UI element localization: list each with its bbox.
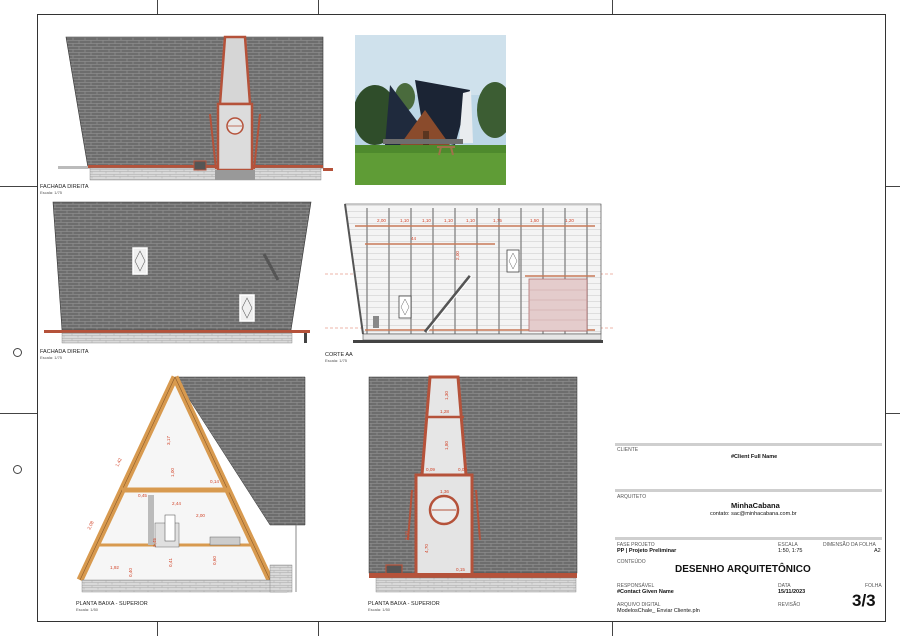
contato-value: contato: sac@minhacabana.com.br xyxy=(710,511,797,517)
responsavel-value: #Contact Given Name xyxy=(617,589,674,595)
dimension-label: 1,00 xyxy=(170,468,175,477)
arquiteto-label: ARQUITETO xyxy=(617,494,647,500)
dimension-label: 2,44 xyxy=(172,501,181,506)
border-tick xyxy=(318,622,319,636)
dimension-label: 2,00 xyxy=(196,513,205,518)
arquiteto-value: MinhaCabana xyxy=(731,501,780,510)
view-label: CORTE AA Escala: 1/75 xyxy=(325,352,353,364)
dimension-label: 3,17 xyxy=(166,436,171,445)
border-tick xyxy=(886,413,900,414)
view-label: PLANTA BAIXA - SUPERIOR Escala: 1/50 xyxy=(76,601,148,613)
dimension-label: 3,10 xyxy=(404,531,409,540)
view-scale: Escala: 1/75 xyxy=(325,358,348,363)
dimension-label: 0,14 xyxy=(210,479,219,484)
dimension-label: 0,41 xyxy=(168,558,173,567)
fase-value: PP | Projeto Preliminar xyxy=(617,548,677,554)
conteudo-value: DESENHO ARQUITETÔNICO xyxy=(675,564,811,575)
dimension-label: 1,10 xyxy=(400,218,409,223)
conteudo-label: CONTEÚDO xyxy=(617,559,646,565)
divider xyxy=(615,443,882,446)
title-block: CLIENTE #Client Full Name ARQUITETO Minh… xyxy=(615,443,882,619)
border-tick xyxy=(157,622,158,636)
arquivo-value: ModelosChale_ Enviar Cliente.pln xyxy=(617,608,700,614)
facade-chimney-view xyxy=(58,35,333,181)
cliente-value: #Client Full Name xyxy=(731,454,778,460)
escala-value: 1:50, 1:75 xyxy=(778,548,803,554)
dimension-label: 1,10 xyxy=(444,218,453,223)
view-scale: Escala: 1/50 xyxy=(76,607,99,612)
render-image xyxy=(355,35,506,185)
binding-hole xyxy=(13,465,22,474)
dimension-label: 0,09 xyxy=(426,467,435,472)
border-tick xyxy=(612,622,613,636)
view-scale: Escala: 1/75 xyxy=(40,190,63,195)
divider xyxy=(615,489,882,492)
chimney-elevation-view: 3,061,301,281,800,090,091,364,703,100,15 xyxy=(368,375,578,593)
dimension-label: 4,70 xyxy=(424,544,429,553)
dimension-label: 1,50 xyxy=(530,218,539,223)
dimension-label: 2,00 xyxy=(455,251,460,260)
dimension-label: 0,45 xyxy=(138,493,147,498)
facade-windows-view xyxy=(44,201,312,344)
view-label: PLANTA BAIXA - SUPERIOR Escala: 1/50 xyxy=(368,601,440,613)
dimension-label: 1,10 xyxy=(466,218,475,223)
dimension-label: 1,30 xyxy=(444,391,449,400)
border-tick xyxy=(612,0,613,14)
dimension-label: 44 xyxy=(411,236,417,241)
section-aa-view: 2,00 1,10 1,10 1,10 1,10 1,75 1,50 1,20 44 2,00 xyxy=(325,203,615,343)
dimensao-value: A2 xyxy=(874,548,881,554)
dimension-label: 0,15 xyxy=(456,567,465,572)
folha-value: 3/3 xyxy=(852,591,876,610)
dimension-label: 1,36 xyxy=(440,489,449,494)
dimension-label: 1,28 xyxy=(440,409,449,414)
dimension-label: 1,20 xyxy=(565,218,574,223)
border-tick xyxy=(157,0,158,14)
dimension-label: 2,08 xyxy=(86,520,95,531)
dimension-label: 1,75 xyxy=(493,218,502,223)
aframe-section-view: 1,42 0,45 3,17 1,00 0,14 2,44 2,00 2,08 1,92 0,40… xyxy=(76,375,306,593)
dimension-label: 1,42 xyxy=(114,457,123,468)
cliente-label: CLIENTE xyxy=(617,447,639,453)
view-label: FACHADA DIREITA Escala: 1/75 xyxy=(40,184,89,196)
border-tick xyxy=(318,0,319,14)
dimension-label: 2,45 xyxy=(152,538,157,547)
dimension-label: 1,80 xyxy=(444,441,449,450)
view-scale: Escala: 1/75 xyxy=(40,355,63,360)
folha-label: FOLHA xyxy=(865,583,882,589)
revisao-label: REVISÃO xyxy=(778,602,801,608)
divider xyxy=(615,537,882,540)
dimension-label: 2,00 xyxy=(377,218,386,223)
dimension-label: 1,92 xyxy=(110,565,119,570)
dimensao-label: DIMENSÃO DA FOLHA xyxy=(823,542,876,548)
border-tick xyxy=(0,413,37,414)
view-scale: Escala: 1/50 xyxy=(368,607,391,612)
dimension-label: 0,09 xyxy=(458,467,467,472)
dimension-label: 1,10 xyxy=(422,218,431,223)
border-tick xyxy=(0,186,37,187)
border-tick xyxy=(886,186,900,187)
binding-hole xyxy=(13,348,22,357)
dimension-label: 0,40 xyxy=(128,568,133,577)
dimension-label: 0,60 xyxy=(212,556,217,565)
view-label: FACHADA DIREITA Escala: 1/75 xyxy=(40,349,89,361)
data-value: 15/11/2023 xyxy=(778,589,806,595)
